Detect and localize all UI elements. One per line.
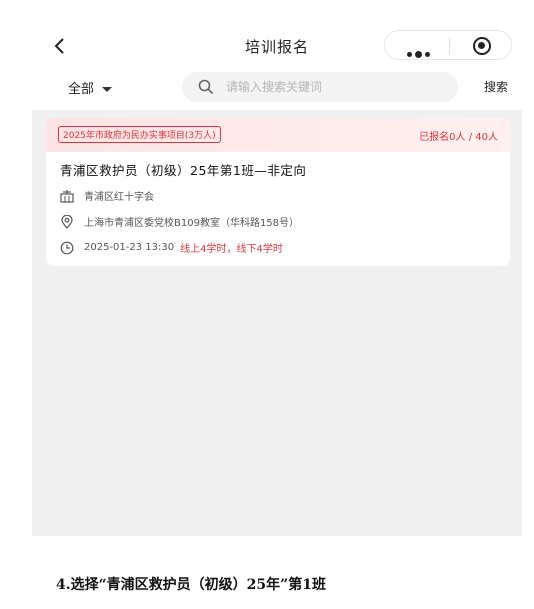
nav-bar: 培训报名 — [32, 28, 522, 64]
search-button[interactable]: 搜索 — [484, 78, 508, 95]
clock-icon — [60, 241, 74, 254]
caret-down-icon — [102, 87, 113, 92]
capsule-divider — [449, 38, 450, 54]
category-dropdown[interactable]: 全部 — [68, 78, 113, 97]
organizer-text: 青浦区红十字会 — [84, 192, 154, 203]
course-list: 2025年市政府为民办实事项目(3万人) 已报名0人 / 40人 青浦区救护员（… — [32, 110, 522, 536]
more-dots-icon[interactable] — [407, 44, 433, 63]
filter-bar: 全部 搜索 — [32, 68, 522, 106]
course-title: 青浦区救护员（初级）25年第1班—非定向 — [60, 163, 307, 178]
project-tag: 2025年市政府为民办实事项目(3万人) — [58, 126, 221, 143]
organizer-row: 青浦区红十字会 — [60, 188, 154, 203]
location-icon — [61, 214, 73, 229]
search-input[interactable] — [226, 77, 446, 97]
enroll-count: 已报名0人 / 40人 — [419, 132, 498, 143]
address-text: 上海市青浦区委党校B109教室（华科路158号） — [84, 218, 300, 229]
course-card[interactable]: 2025年市政府为民办实事项目(3万人) 已报名0人 / 40人 青浦区救护员（… — [46, 118, 510, 266]
datetime-text: 2025-01-23 13:30 — [84, 242, 175, 253]
time-row: 2025-01-23 13:30 线上4学时，线下4学时 — [60, 240, 283, 255]
instruction-caption: 4.选择“青浦区救护员（初级）25年”第1班 — [56, 577, 326, 593]
search-box[interactable] — [182, 72, 458, 102]
organization-icon — [60, 189, 74, 203]
mini-program-capsule — [384, 30, 512, 60]
target-icon[interactable] — [473, 37, 491, 55]
search-icon — [198, 79, 214, 95]
hours-text: 线上4学时，线下4学时 — [180, 244, 283, 255]
card-header: 2025年市政府为民办实事项目(3万人) 已报名0人 / 40人 — [46, 118, 510, 152]
category-label: 全部 — [68, 82, 95, 97]
address-row: 上海市青浦区委党校B109教室（华科路158号） — [60, 214, 299, 229]
